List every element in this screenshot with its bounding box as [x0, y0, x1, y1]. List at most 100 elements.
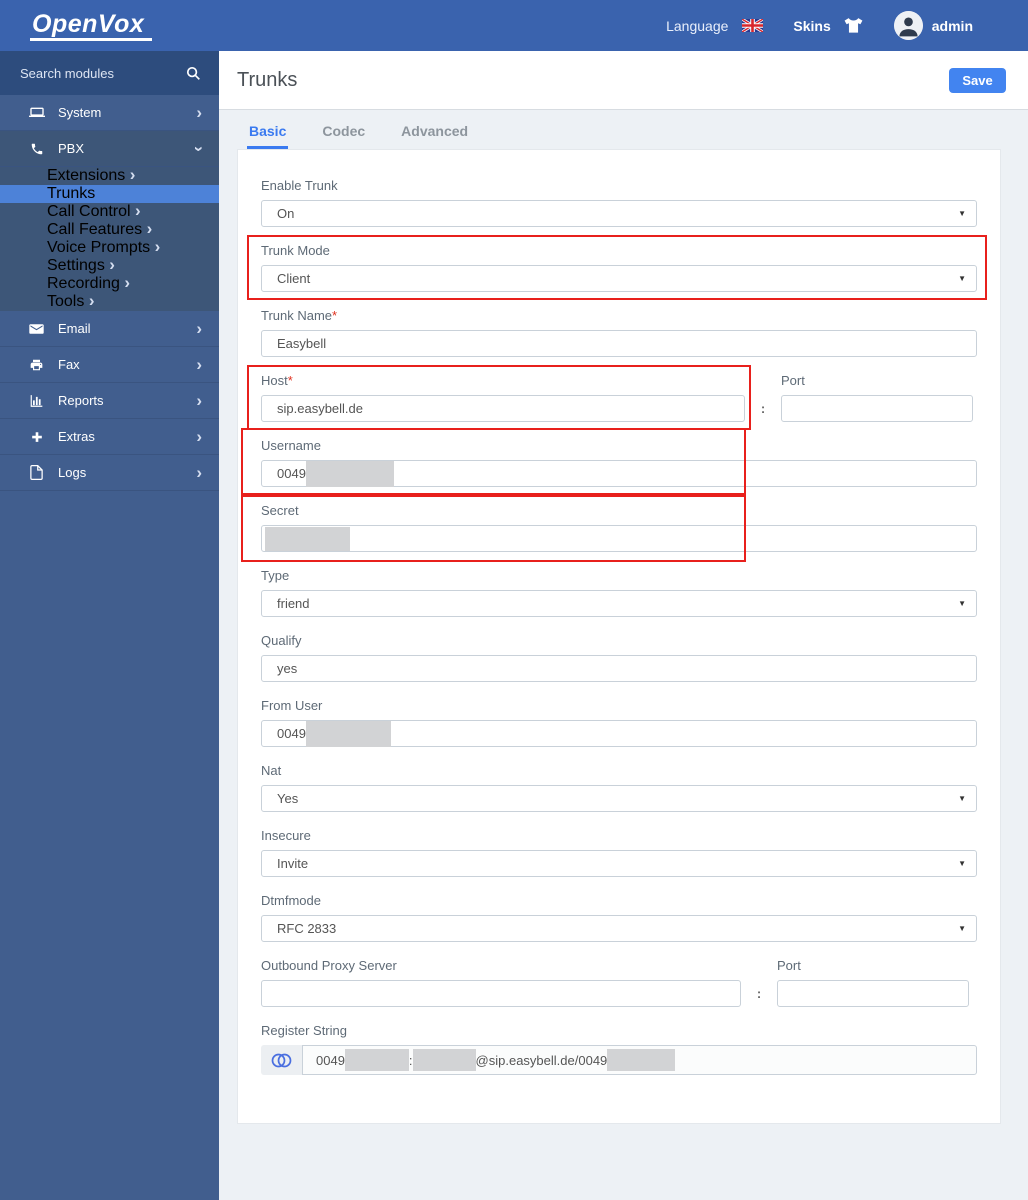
- host-port-input[interactable]: [781, 395, 973, 422]
- sidebar-item-reports[interactable]: Reports ›: [0, 383, 219, 419]
- trunk-name-label: Trunk Name: [261, 308, 333, 323]
- dropdown-arrow-icon: ▼: [958, 599, 966, 608]
- sidebar-item-recording[interactable]: Recording ›: [0, 273, 219, 293]
- secret-label: Secret: [261, 503, 299, 518]
- chevron-right-icon: ›: [196, 354, 202, 374]
- plus-icon: [28, 430, 45, 444]
- trunk-mode-value: Client: [277, 271, 311, 286]
- username-input[interactable]: 0049: [261, 460, 977, 487]
- sidebar-item-email[interactable]: Email ›: [0, 311, 219, 347]
- enable-trunk-label: Enable Trunk: [261, 178, 338, 193]
- sidebar-item-trunks[interactable]: Trunks: [0, 185, 219, 203]
- register-part3: @sip.easybell.de/0049: [475, 1052, 608, 1068]
- host-column: Host* sip.easybell.de: [247, 365, 751, 430]
- sidebar-item-label: Logs: [58, 465, 87, 480]
- outbound-proxy-input[interactable]: [261, 980, 741, 1007]
- field-dtmfmode: Dtmfmode RFC 2833 ▼: [261, 894, 977, 942]
- tab-advanced[interactable]: Advanced: [399, 123, 470, 149]
- field-username: Username 0049: [241, 428, 977, 495]
- sidebar-item-label: Email: [58, 321, 91, 336]
- username-value: 0049: [277, 466, 306, 481]
- dtmfmode-value: RFC 2833: [277, 921, 337, 936]
- trunk-mode-select[interactable]: Client ▼: [261, 265, 977, 292]
- tab-basic[interactable]: Basic: [247, 123, 289, 149]
- sidebar-item-label: Trunks: [47, 185, 96, 202]
- sidebar-item-label: Recording: [47, 275, 120, 292]
- chevron-right-icon: ›: [124, 273, 131, 292]
- sidebar-item-extras[interactable]: Extras ›: [0, 419, 219, 455]
- sidebar-item-call-features[interactable]: Call Features ›: [0, 220, 219, 239]
- sidebar-item-label: Call Features: [47, 221, 143, 238]
- header-right: Language Skins admin: [666, 11, 973, 40]
- field-type: Type friend ▼: [261, 569, 977, 617]
- sidebar-item-settings[interactable]: Settings ›: [0, 256, 219, 275]
- username-label: Username: [261, 438, 321, 453]
- redaction-block: [265, 526, 350, 551]
- insecure-select[interactable]: Invite ▼: [261, 850, 977, 877]
- sidebar-item-fax[interactable]: Fax ›: [0, 347, 219, 383]
- main-content: Trunks Save Basic Codec Advanced Enable …: [219, 51, 1028, 1200]
- skins-menu[interactable]: Skins: [793, 18, 830, 34]
- tab-codec[interactable]: Codec: [320, 123, 367, 149]
- redaction-block: [412, 1049, 476, 1071]
- page-title: Trunks: [237, 68, 298, 91]
- qualify-input[interactable]: yes: [261, 655, 977, 682]
- outbound-port-label: Port: [777, 958, 801, 973]
- from-user-input[interactable]: 0049: [261, 720, 977, 747]
- dropdown-arrow-icon: ▼: [958, 794, 966, 803]
- host-input[interactable]: sip.easybell.de: [261, 395, 745, 422]
- sidebar-item-call-control[interactable]: Call Control ›: [0, 201, 219, 221]
- sidebar-item-extensions[interactable]: Extensions ›: [0, 165, 219, 185]
- proxy-port-separator: :: [756, 986, 762, 1001]
- sidebar-item-logs[interactable]: Logs ›: [0, 455, 219, 491]
- field-trunk-name: Trunk Name* Easybell: [261, 309, 977, 357]
- field-insecure: Insecure Invite ▼: [261, 829, 977, 877]
- sidebar-item-label: Voice Prompts: [47, 239, 151, 256]
- page-header: Trunks Save: [219, 51, 1028, 110]
- sidebar-item-pbx[interactable]: PBX ›: [0, 131, 219, 167]
- openvox-logo: OpenVox: [30, 11, 153, 41]
- uk-flag-icon[interactable]: [742, 19, 764, 32]
- register-string-label: Register String: [261, 1023, 347, 1038]
- nat-label: Nat: [261, 763, 282, 778]
- nat-select[interactable]: Yes ▼: [261, 785, 977, 812]
- sidebar-item-label: Call Control: [47, 203, 131, 220]
- tshirt-icon[interactable]: [843, 17, 864, 35]
- field-outbound-proxy: Outbound Proxy Server : Port: [261, 959, 977, 1007]
- register-toggle-button[interactable]: [261, 1045, 302, 1075]
- sidebar-item-label: Tools: [47, 293, 85, 310]
- trunk-name-input[interactable]: Easybell: [261, 330, 977, 357]
- trunk-mode-label: Trunk Mode: [261, 243, 330, 258]
- phone-icon: [28, 142, 45, 156]
- search-placeholder: Search modules: [20, 65, 114, 81]
- dropdown-arrow-icon: ▼: [958, 924, 966, 933]
- register-part1: 0049: [316, 1052, 345, 1068]
- outbound-port-column: Port: [777, 959, 969, 1007]
- dtmfmode-select[interactable]: RFC 2833 ▼: [261, 915, 977, 942]
- monitor-icon: [28, 106, 45, 120]
- sidebar-item-label: Settings: [47, 257, 105, 274]
- type-select[interactable]: friend ▼: [261, 590, 977, 617]
- chevron-right-icon: ›: [129, 165, 136, 184]
- field-secret: Secret: [241, 495, 977, 562]
- secret-input[interactable]: [261, 525, 977, 552]
- field-trunk-mode: Trunk Mode Client ▼: [247, 235, 987, 300]
- envelope-icon: [28, 323, 45, 335]
- enable-trunk-select[interactable]: On ▼: [261, 200, 977, 227]
- search-icon[interactable]: [186, 66, 201, 81]
- qualify-value: yes: [277, 661, 298, 676]
- top-header: OpenVox Language Skins admin: [0, 0, 1028, 51]
- outbound-port-input[interactable]: [777, 980, 969, 1007]
- save-button[interactable]: Save: [949, 67, 1006, 93]
- user-name[interactable]: admin: [932, 18, 973, 34]
- sidebar-item-tools[interactable]: Tools ›: [0, 292, 219, 311]
- user-avatar[interactable]: [893, 11, 923, 40]
- dropdown-arrow-icon: ▼: [958, 274, 966, 283]
- host-value: sip.easybell.de: [277, 401, 363, 416]
- chevron-right-icon: ›: [135, 201, 141, 220]
- register-string-input[interactable]: 0049 : @sip.easybell.de/0049: [302, 1045, 977, 1075]
- nat-value: Yes: [277, 791, 299, 806]
- search-modules-input[interactable]: Search modules: [0, 51, 219, 95]
- language-menu[interactable]: Language: [666, 18, 728, 34]
- sidebar-item-system[interactable]: System ›: [0, 95, 219, 131]
